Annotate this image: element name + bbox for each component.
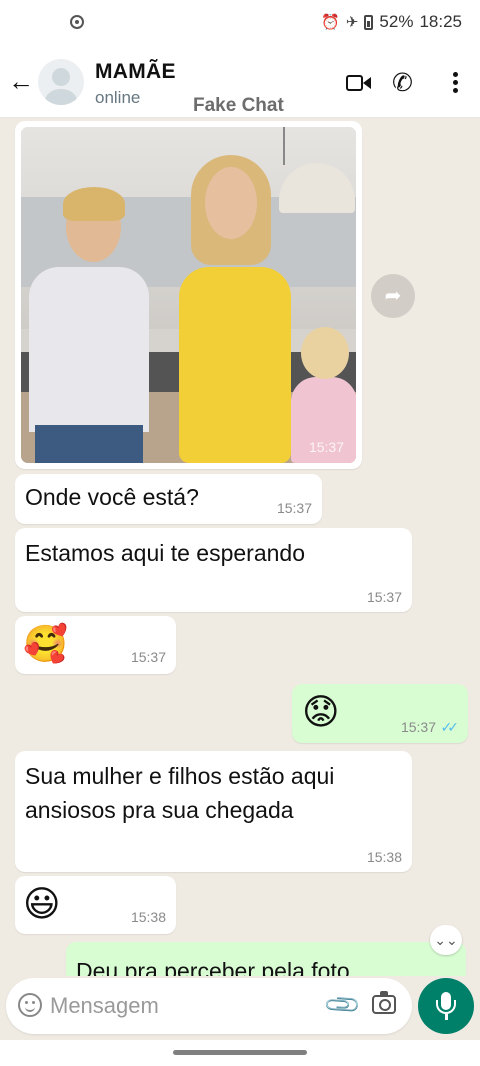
home-gesture-handle[interactable] <box>173 1050 307 1055</box>
video-call-icon[interactable] <box>344 69 372 97</box>
emoji-icon[interactable] <box>18 993 42 1017</box>
alarm-icon: ⏰ <box>321 14 340 31</box>
airplane-mode-icon: ✈ <box>345 14 359 31</box>
shared-photo[interactable]: 15:37 <box>21 127 356 463</box>
camera-icon[interactable] <box>372 991 396 1014</box>
avatar[interactable] <box>38 59 84 105</box>
attach-icon[interactable]: 📎 <box>322 985 364 1027</box>
image-message[interactable]: 15:37 <box>15 121 362 469</box>
message-text: Estamos aqui te esperando <box>25 540 306 566</box>
message-input[interactable] <box>50 989 320 1023</box>
message-text: Deu pra perceber pela foto <box>76 958 350 976</box>
mic-button[interactable] <box>418 978 474 1034</box>
notification-dot-icon <box>70 15 84 29</box>
message-text: Onde você está? <box>25 484 199 510</box>
message-time: 15:37 <box>366 589 402 605</box>
phone-icon[interactable]: ✆ <box>392 69 420 97</box>
contact-name[interactable]: MAMÃE <box>95 60 176 84</box>
system-nav-bar <box>0 1040 480 1066</box>
incoming-message[interactable]: Estamos aqui te esperando 15:37 <box>15 528 412 612</box>
outgoing-emoji-message[interactable]: 😟 15:37 ✓✓ <box>292 684 468 743</box>
message-time: 15:37 <box>308 439 344 455</box>
incoming-message[interactable]: Onde você está? 15:37 <box>15 474 322 524</box>
forward-icon[interactable]: ➦ <box>371 274 415 318</box>
emoji: 😟 <box>302 691 340 732</box>
battery-icon <box>364 14 374 30</box>
message-text-line: ansiosos pra sua chegada <box>25 797 294 823</box>
message-text-line: Sua mulher e filhos estão aqui <box>25 763 335 789</box>
status-bar: ⏰ ✈ 52% 18:25 <box>0 0 480 48</box>
message-time: 15:38 <box>130 909 166 925</box>
more-vert-icon[interactable] <box>447 69 463 97</box>
read-ticks-icon: ✓✓ <box>440 719 460 735</box>
status-icons: ⏰ ✈ 52% 18:25 <box>321 12 462 32</box>
incoming-emoji-message[interactable]: 😃 15:38 <box>15 876 176 934</box>
back-arrow-icon[interactable]: ← <box>8 68 34 94</box>
emoji: 🥰 <box>23 623 68 664</box>
clock: 18:25 <box>419 12 462 31</box>
watermark: Fake Chat <box>193 95 284 116</box>
contact-status: online <box>95 88 141 107</box>
incoming-emoji-message[interactable]: 🥰 15:37 <box>15 616 176 674</box>
outgoing-message[interactable]: Deu pra perceber pela foto <box>66 942 466 976</box>
message-list[interactable]: 15:37 ➦ Onde você está? 15:37 Estamos aq… <box>0 119 480 976</box>
message-composer: 📎 <box>6 978 412 1034</box>
message-time: 15:38 <box>366 849 402 865</box>
incoming-message[interactable]: Sua mulher e filhos estão aqui ansiosos … <box>15 751 412 872</box>
message-time: 15:37 <box>400 719 436 735</box>
message-time: 15:37 <box>276 500 312 516</box>
message-time: 15:37 <box>130 649 166 665</box>
chat-header: ← MAMÃE online Fake Chat ✆ <box>0 48 480 118</box>
emoji: 😃 <box>23 883 61 924</box>
battery-percent: 52% <box>379 12 414 31</box>
scroll-to-bottom-button[interactable]: ⌄⌄ <box>430 925 462 955</box>
